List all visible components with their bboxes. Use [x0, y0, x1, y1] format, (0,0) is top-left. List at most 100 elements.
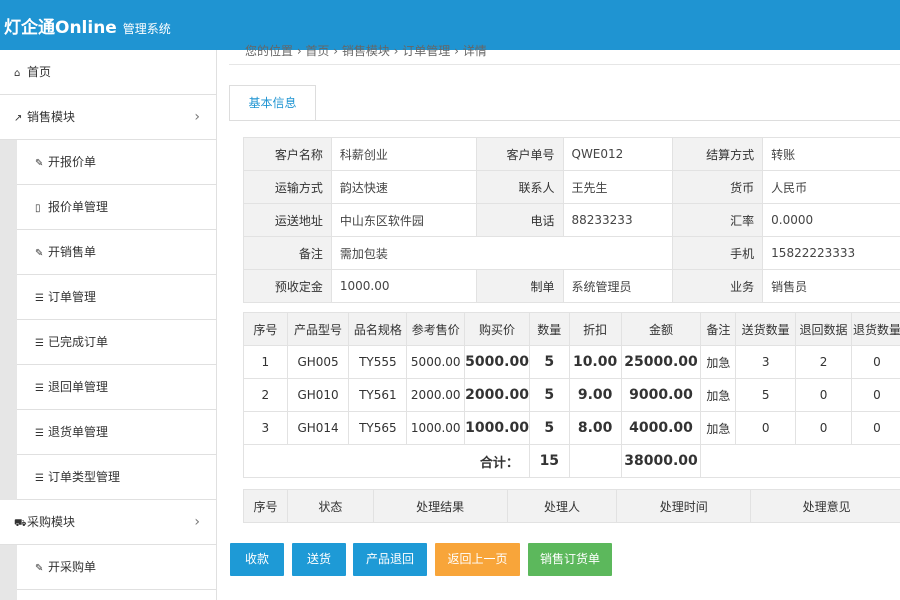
list-icon: ☰: [35, 473, 44, 484]
column-header: 处理人: [506, 489, 618, 523]
settlement-value: 转账: [762, 137, 900, 171]
field-label: 客户单号: [475, 137, 564, 171]
sidebar-item-completed-orders[interactable]: ☰ 已完成订单: [17, 320, 216, 365]
edit-icon: ✎: [35, 158, 44, 169]
maker-value: 系统管理员: [562, 269, 674, 303]
column-header: 参考售价: [406, 312, 466, 346]
back-button[interactable]: 返回上一页: [435, 543, 520, 576]
sidebar-item-home[interactable]: ⌂ 首页: [0, 50, 216, 95]
table-cell: 2: [243, 378, 288, 412]
column-header: 折扣: [568, 312, 622, 346]
transport-value: 韵达快速: [330, 170, 477, 204]
sidebar-item-purchase-module[interactable]: ⛟采购模块 ›: [0, 500, 216, 545]
table-cell: 加急: [700, 411, 737, 445]
column-header: 序号: [243, 489, 288, 523]
business-value: 销售员: [762, 269, 900, 303]
list-icon: ☰: [35, 383, 44, 394]
column-header: 退货数量: [850, 312, 900, 346]
return-product-button[interactable]: 产品退回: [353, 543, 427, 576]
field-label: 运送地址: [243, 203, 332, 237]
collect-payment-button[interactable]: 收款: [230, 543, 284, 576]
table-cell: 2000.00: [406, 378, 466, 412]
exchange-rate-value: 0.0000: [762, 203, 900, 237]
table-cell: 0: [850, 345, 900, 379]
processing-table: 序号 状态 处理结果 处理人 处理时间 处理意见: [243, 489, 900, 523]
column-header: 金额: [620, 312, 702, 346]
main-content: 您的位置 › 首页 › 销售模块 › 订单管理 › 详情 基本信息 客户名称 科…: [217, 44, 900, 600]
column-header: 购买价: [464, 312, 530, 346]
table-row: 3 GH014 TY565 1000.00 1000.00 5 8.00 400…: [243, 411, 900, 445]
field-label: 业务: [672, 269, 764, 303]
table-cell: GH010: [286, 378, 350, 412]
column-header: 处理结果: [372, 489, 508, 523]
field-label: 运输方式: [243, 170, 332, 204]
sidebar-item-refund-management[interactable]: ☰ 退货单管理: [17, 410, 216, 455]
sidebar-item-label: 开销售单: [48, 245, 97, 259]
sidebar-item-label: 报价单管理: [48, 200, 109, 214]
total-row: 合计： 15 38000.00: [243, 444, 900, 478]
sidebar-item-label: 开报价单: [48, 155, 97, 169]
table-cell: TY565: [348, 411, 408, 445]
edit-icon: ✎: [35, 563, 44, 574]
column-header: 产品型号: [286, 312, 350, 346]
deposit-value: 1000.00: [330, 269, 477, 303]
sidebar-item-sales-module[interactable]: ↗ 销售模块 ›: [0, 95, 216, 140]
column-header: 序号: [243, 312, 288, 346]
sidebar-item-order-type-management[interactable]: ☰ 订单类型管理: [17, 455, 216, 500]
brand-logo[interactable]: 灯企通Online 管理系统: [4, 13, 171, 38]
table-row: 2 GH010 TY561 2000.00 2000.00 5 9.00 900…: [243, 378, 900, 412]
table-cell: 2: [795, 345, 852, 379]
sidebar-item-return-management[interactable]: ☰ 退回单管理: [17, 365, 216, 410]
table-cell: GH005: [286, 345, 350, 379]
table-row: 预收定金 1000.00 制单 系统管理员 业务 销售员: [243, 269, 900, 303]
table-cell: 5000.00: [406, 345, 466, 379]
list-icon: ☰: [35, 293, 44, 304]
column-header: 备注: [700, 312, 737, 346]
tab-basic-info[interactable]: 基本信息: [229, 85, 316, 120]
table-cell: 8.00: [568, 411, 622, 445]
table-cell: 25000.00: [620, 345, 702, 379]
sidebar-item-label: 退货单管理: [48, 425, 109, 439]
sales-order-button[interactable]: 销售订货单: [528, 543, 612, 576]
sidebar-item-new-quote[interactable]: ✎ 开报价单: [17, 140, 216, 185]
table-cell: 5: [735, 378, 797, 412]
column-header: 处理时间: [616, 489, 752, 523]
sidebar-item-new-sales-order[interactable]: ✎ 开销售单: [17, 230, 216, 275]
table-row: 备注 需加包装 手机 15822223333: [243, 236, 900, 270]
sidebar-item-order-management[interactable]: ☰ 订单管理: [17, 275, 216, 320]
table-cell: 5: [528, 411, 570, 445]
column-header: 送货数量: [735, 312, 797, 346]
table-header-row: 序号 产品型号 品名规格 参考售价 购买价 数量 折扣 金额 备注 送货数量 退…: [243, 312, 900, 346]
mobile-value: 15822223333: [762, 236, 900, 270]
table-cell: 5: [528, 378, 570, 412]
customer-no-value: QWE012: [562, 137, 674, 171]
chevron-right-icon: ›: [194, 514, 200, 530]
table-cell: 5000.00: [464, 345, 530, 379]
remark-value: 需加包装: [330, 236, 674, 270]
sidebar-item-label: 已完成订单: [48, 335, 109, 349]
table-cell: 9.00: [568, 378, 622, 412]
field-label: 客户名称: [243, 137, 332, 171]
table-cell: TY555: [348, 345, 408, 379]
sidebar-item-quote-management[interactable]: ▯ 报价单管理: [17, 185, 216, 230]
table-row: 运输方式 韵达快速 联系人 王先生 货币 人民币: [243, 170, 900, 204]
brand-subtitle: 管理系统: [122, 22, 171, 36]
address-value: 中山东区软件园: [330, 203, 477, 237]
total-label: 合计：: [243, 444, 530, 478]
sidebar-item-label: 采购模块: [27, 515, 76, 529]
table-cell: 0: [795, 378, 852, 412]
sidebar-item-new-purchase-order[interactable]: ✎ 开采购单: [17, 545, 216, 590]
deliver-button[interactable]: 送货: [292, 543, 346, 576]
table-cell: TY561: [348, 378, 408, 412]
field-label: 联系人: [475, 170, 564, 204]
sidebar-item-label: 退回单管理: [48, 380, 109, 394]
contact-value: 王先生: [562, 170, 674, 204]
table-cell: GH014: [286, 411, 350, 445]
field-label: 备注: [243, 236, 332, 270]
field-label: 货币: [672, 170, 764, 204]
table-cell: 0: [850, 378, 900, 412]
table-cell: 0: [795, 411, 852, 445]
sidebar-item-label: 首页: [27, 65, 52, 79]
home-icon: ⌂: [14, 68, 21, 79]
table-cell: 5: [528, 345, 570, 379]
